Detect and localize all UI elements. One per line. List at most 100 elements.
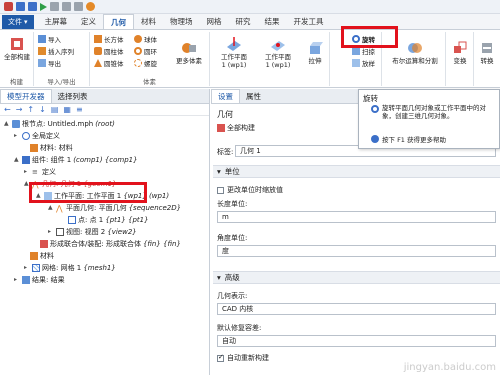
expand-icon[interactable]: ▸ <box>14 132 20 139</box>
tree-item-plane-geometry[interactable]: ▲ ⋀ 平面几何: 平面几何 {sequence2D} <box>48 202 181 213</box>
app-icon[interactable] <box>4 2 13 11</box>
tab-selection-list[interactable]: 选择列表 <box>52 89 94 103</box>
expand-icon[interactable]: ▲ <box>4 120 10 127</box>
insert-sequence-button[interactable]: 插入序列 <box>38 46 74 56</box>
auto-rebuild-checkbox-row[interactable]: 自动重新构建 <box>217 353 269 363</box>
build-all-button[interactable]: 全部构建 <box>2 36 32 61</box>
tab-settings[interactable]: 设置 <box>211 89 240 103</box>
torus-icon <box>134 47 142 55</box>
length-unit-select[interactable]: m <box>217 211 496 223</box>
tab-study[interactable]: 研究 <box>229 14 258 29</box>
export-icon <box>38 59 46 67</box>
tree-item-root[interactable]: ▲ 根节点: Untitled.mph (root) <box>4 118 115 129</box>
expand-icon[interactable]: ▲ <box>14 156 20 163</box>
tab-properties[interactable]: 属性 <box>240 89 267 103</box>
conversions-button[interactable]: 转换 <box>475 40 499 65</box>
show-icon[interactable]: ▤ <box>51 105 59 114</box>
revolve-icon <box>371 105 379 113</box>
undo-icon[interactable] <box>50 2 59 11</box>
new-icon[interactable] <box>16 2 25 11</box>
expand-icon[interactable]: ▲ <box>48 204 54 211</box>
section-advanced[interactable]: ▾ 高级 <box>213 271 500 284</box>
scale-values-checkbox[interactable] <box>217 186 224 194</box>
section-units[interactable]: ▾ 单位 <box>213 165 500 178</box>
cuboid-icon <box>94 35 102 43</box>
expand-icon[interactable]: ▸ <box>48 228 54 235</box>
revolve-tooltip: 旋转 旋转平面几何对象或工作平面中的对象，创建三维几何对象。 按下 F1 获得更… <box>358 89 500 149</box>
export-button[interactable]: 导出 <box>38 58 61 68</box>
collapse-icon[interactable]: ▦ <box>63 105 71 114</box>
tree-item-materials-global[interactable]: 材料: 材料 <box>30 142 73 153</box>
tree-item-definitions[interactable]: ▸ ≡ 定义 <box>24 166 56 177</box>
materials-icon <box>30 251 38 260</box>
back-arrow-icon[interactable]: ← <box>4 105 11 114</box>
group-build: 全部构建 构建 <box>0 32 34 86</box>
expand-icon[interactable]: ▸ <box>24 264 30 271</box>
geometry-representation-select[interactable]: CAD 内核 <box>217 303 496 315</box>
cuboid-button[interactable]: 长方体 <box>94 34 124 44</box>
form-union-icon <box>40 239 48 248</box>
watermark: jingyan.baidu.com <box>403 362 496 373</box>
tree-item-component[interactable]: ▲ 组件: 组件 1 (comp1) {comp1} <box>14 154 138 165</box>
more-primitives-button[interactable]: 更多体素 <box>172 40 206 65</box>
helix-button[interactable]: 螺旋 <box>134 58 157 68</box>
settings-title: 几何 <box>217 110 233 119</box>
save-icon[interactable] <box>28 2 37 11</box>
tab-model-builder[interactable]: 模型开发器 <box>0 89 52 103</box>
tree-item-results[interactable]: ▸ 结果: 结果 <box>14 274 65 285</box>
sphere-button[interactable]: 球体 <box>134 34 157 44</box>
menu-bar: 文件 ▾ 主屏幕 定义 几何 材料 物理场 网格 研究 结果 开发工具 <box>0 14 500 30</box>
tree-item-point[interactable]: 点: 点 1 {pt1} {pt1} <box>68 214 149 225</box>
helix-icon <box>134 59 142 67</box>
tree-item-mesh[interactable]: ▸ 网格: 网格 1 {mesh1} <box>24 262 116 273</box>
tab-results[interactable]: 结果 <box>258 14 287 29</box>
run-icon[interactable] <box>40 2 47 11</box>
tab-geometry[interactable]: 几何 <box>103 14 135 29</box>
import-button[interactable]: 导入 <box>38 34 61 44</box>
tree-item-global-definitions[interactable]: ▸ 全局定义 <box>14 130 60 141</box>
scale-values-checkbox-row[interactable]: 更改单位时缩放值 <box>217 185 283 195</box>
tab-developer[interactable]: 开发工具 <box>287 14 331 29</box>
copy-icon[interactable] <box>74 2 83 11</box>
tab-materials[interactable]: 材料 <box>134 14 163 29</box>
tree-item-form-union[interactable]: 形成联合体/装配: 形成联合体 {fin} {fin} <box>40 238 181 249</box>
expand-icon[interactable]: ▸ <box>24 168 30 175</box>
cylinder-button[interactable]: 圆柱体 <box>94 46 124 56</box>
group-conversions: 转换 <box>474 32 500 86</box>
loft-icon <box>352 59 360 67</box>
redo-icon[interactable] <box>62 2 71 11</box>
angle-unit-select[interactable]: 度 <box>217 245 496 257</box>
repair-tolerance-select[interactable]: 自动 <box>217 335 496 347</box>
work-plane-sequence-button[interactable]: 工作平面 1 (wp1) <box>258 36 298 69</box>
down-arrow-icon[interactable]: ↓ <box>39 105 46 114</box>
work-plane-icon <box>227 37 241 51</box>
tree-item-materials[interactable]: 材料 <box>30 250 54 261</box>
work-plane-button[interactable]: 工作平面 1 (wp1) <box>214 36 254 69</box>
forward-arrow-icon[interactable]: → <box>16 105 23 114</box>
tree-item-view[interactable]: ▸ 视图: 视图 2 {view2} <box>48 226 137 237</box>
tab-definitions[interactable]: 定义 <box>74 14 103 29</box>
cone-button[interactable]: 圆锥体 <box>94 58 124 68</box>
loft-button[interactable]: 放样 <box>352 58 375 68</box>
extrude-button[interactable]: 拉伸 <box>304 40 326 65</box>
expand-icon[interactable]: ≡ <box>76 105 83 114</box>
tooltip-body: 旋转平面几何对象或工作平面中的对象，创建三维几何对象。 <box>382 104 486 120</box>
tab-physics[interactable]: 物理场 <box>163 14 200 29</box>
mesh-icon <box>32 263 40 272</box>
transforms-button[interactable]: 变换 <box>448 40 472 65</box>
tooltip-title: 旋转 <box>363 94 378 103</box>
torus-button[interactable]: 圆环 <box>134 46 157 56</box>
group-import-export: 导入 插入序列 导出 导入/导出 <box>34 32 90 86</box>
tab-home[interactable]: 主屏幕 <box>38 14 75 29</box>
up-arrow-icon[interactable]: ↑ <box>27 105 34 114</box>
auto-rebuild-checkbox[interactable] <box>217 353 224 362</box>
expand-icon[interactable]: ▸ <box>14 276 20 283</box>
tab-mesh[interactable]: 网格 <box>200 14 229 29</box>
file-menu-button[interactable]: 文件 ▾ <box>2 15 34 29</box>
settings-icon[interactable] <box>86 2 95 11</box>
build-all-link[interactable]: 全部构建 <box>217 123 255 133</box>
tooltip-help[interactable]: 按下 F1 获得更多帮助 <box>371 134 446 144</box>
geometry-representation-label: 几何表示: <box>217 292 248 300</box>
repair-tolerance-label: 默认修复容差: <box>217 324 262 332</box>
ribbon: 全部构建 构建 导入 插入序列 导出 导入/导出 长方体 圆柱体 圆锥体 球体 … <box>0 30 500 88</box>
